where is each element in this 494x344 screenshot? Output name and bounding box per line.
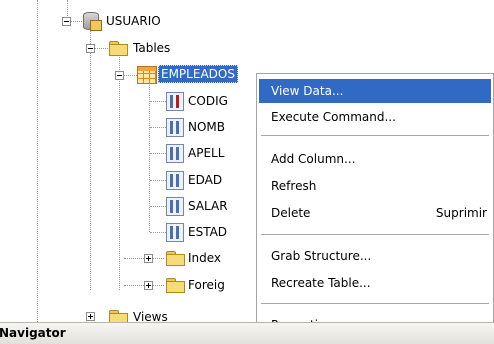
tree-item-indexes[interactable]: Index xyxy=(186,250,223,266)
menu-item-refresh[interactable]: Refresh xyxy=(259,174,491,198)
column-icon xyxy=(166,118,184,137)
table-icon xyxy=(137,66,157,84)
folder-icon xyxy=(166,278,185,293)
menu-item-label: Execute Command... xyxy=(271,110,396,124)
column-icon xyxy=(166,197,184,216)
navigator-title: Navigator xyxy=(0,326,66,340)
menu-item-label: Grab Structure... xyxy=(271,249,372,263)
menu-item-delete[interactable]: Delete Suprimir xyxy=(259,201,491,225)
menu-separator xyxy=(261,234,489,235)
tree-item-column[interactable]: EDAD xyxy=(186,172,224,188)
collapse-usuario-toggle[interactable] xyxy=(62,17,71,26)
expand-indexes-toggle[interactable] xyxy=(144,254,153,263)
menu-separator xyxy=(261,135,489,136)
menu-item-label: Recreate Table... xyxy=(271,276,371,290)
menu-item-grab-structure[interactable]: Grab Structure... xyxy=(259,244,491,268)
tree-item-column[interactable]: CODIG xyxy=(186,93,230,109)
menu-item-label: Delete xyxy=(271,206,311,220)
primary-key-column-icon xyxy=(166,92,184,111)
tree-item-foreign-keys[interactable]: Foreig xyxy=(186,277,227,293)
tree-item-column[interactable]: SALAR xyxy=(186,198,230,214)
folder-icon xyxy=(109,41,128,56)
database-icon xyxy=(83,12,102,31)
menu-item-recreate-table[interactable]: Recreate Table... xyxy=(259,271,491,295)
navigator-tab-bar[interactable]: Navigator xyxy=(0,322,494,344)
tree-item-usuario[interactable]: USUARIO xyxy=(104,13,163,29)
column-icon xyxy=(166,171,184,190)
menu-item-view-data[interactable]: View Data... xyxy=(259,79,491,103)
menu-item-label: View Data... xyxy=(271,84,344,98)
menu-item-label: Refresh xyxy=(271,179,317,193)
menu-item-execute-command[interactable]: Execute Command... xyxy=(259,105,491,129)
menu-item-label: Add Column... xyxy=(271,152,356,166)
tree-item-empleados[interactable]: EMPLEADOS xyxy=(158,65,238,83)
collapse-empleados-toggle[interactable] xyxy=(115,71,124,80)
column-icon xyxy=(166,144,184,163)
tree-item-column[interactable]: APELL xyxy=(186,145,226,161)
tree-item-tables[interactable]: Tables xyxy=(131,40,172,56)
column-icon xyxy=(166,223,184,242)
tree-item-column[interactable]: NOMB xyxy=(186,119,227,135)
menu-separator xyxy=(261,303,489,304)
collapse-tables-toggle[interactable] xyxy=(86,44,95,53)
menu-item-shortcut: Suprimir xyxy=(435,206,487,220)
folder-icon xyxy=(166,251,185,266)
expand-foreign-keys-toggle[interactable] xyxy=(144,281,153,290)
menu-item-add-column[interactable]: Add Column... xyxy=(259,147,491,171)
tree-item-column[interactable]: ESTAD xyxy=(186,224,229,240)
expand-views-toggle[interactable] xyxy=(86,312,95,321)
context-menu: View Data... Execute Command... Add Colu… xyxy=(256,73,494,344)
